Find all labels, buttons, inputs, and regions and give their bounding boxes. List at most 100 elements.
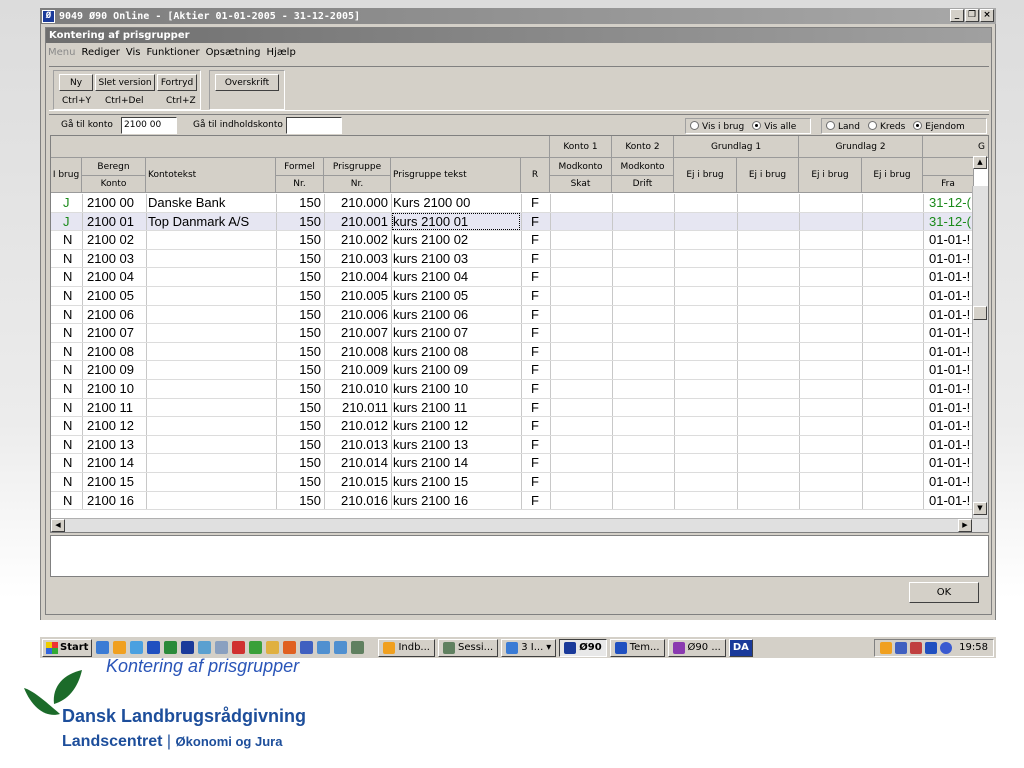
table-row[interactable]: N 2100 07 150 210.007 kurs 2100 07 F 01-01-! <box>51 324 973 343</box>
new-button[interactable]: Ny <box>59 74 93 91</box>
tray-globe-icon[interactable] <box>940 641 953 654</box>
col-header-prisgruppe[interactable]: Prisgruppe <box>324 158 391 176</box>
cell-konto[interactable]: 2100 02 <box>87 232 134 247</box>
tray-monitor-icon[interactable] <box>925 641 938 654</box>
cell-konto[interactable]: 2100 08 <box>87 344 134 359</box>
col-header-r[interactable]: R <box>521 158 550 193</box>
table-row[interactable]: N 2100 14 150 210.014 kurs 2100 14 F 01-01-! <box>51 454 973 473</box>
undo-button[interactable]: Fortryd <box>157 74 197 91</box>
cell-ibrug[interactable]: N <box>63 269 72 284</box>
scroll-up-icon[interactable]: ▲ <box>973 156 987 169</box>
cell-formel[interactable]: 150 <box>299 381 321 396</box>
cell-prisgruppe-tekst[interactable]: kurs 2100 06 <box>393 307 468 322</box>
cell-r[interactable]: F <box>531 344 539 359</box>
cell-prisgruppe[interactable]: 210.010 <box>341 381 388 396</box>
cell-konto[interactable]: 2100 07 <box>87 325 134 340</box>
cell-konto[interactable]: 2100 14 <box>87 455 134 470</box>
cell-prisgruppe[interactable]: 210.007 <box>341 325 388 340</box>
menu-menu[interactable]: Menu <box>48 47 75 58</box>
cell-r[interactable]: F <box>531 381 539 396</box>
cell-fra[interactable]: 01-01-! <box>929 400 970 415</box>
cell-prisgruppe[interactable]: 210.015 <box>341 474 388 489</box>
cell-fra[interactable]: 01-01-! <box>929 232 970 247</box>
delete-version-button[interactable]: Slet version <box>95 74 155 91</box>
menu-rediger[interactable]: Rediger <box>81 47 119 58</box>
cell-r[interactable]: F <box>531 251 539 266</box>
cell-ibrug[interactable]: N <box>63 381 72 396</box>
cell-r[interactable]: F <box>531 214 539 229</box>
cell-kontotekst[interactable]: Danske Bank <box>148 195 225 210</box>
settings-icon[interactable] <box>300 641 314 654</box>
table-row[interactable]: J 2100 00 Danske Bank 150 210.000 Kurs 2100 0… <box>51 194 973 213</box>
cell-prisgruppe-tekst[interactable]: kurs 2100 13 <box>393 437 468 452</box>
task-ie-group[interactable]: 3 I... ▾ <box>501 638 557 657</box>
table-row[interactable]: N 2100 09 150 210.009 kurs 2100 09 F 01-01-! <box>51 361 973 380</box>
folder-icon[interactable] <box>266 641 280 654</box>
cell-prisgruppe-tekst[interactable]: kurs 2100 03 <box>393 251 468 266</box>
radio-vis-i-brug[interactable]: Vis i brug <box>690 120 744 132</box>
task-o90-book[interactable]: Ø90 ... <box>667 638 726 657</box>
cell-formel[interactable]: 150 <box>299 232 321 247</box>
cell-fra[interactable]: 01-01-! <box>929 418 970 433</box>
cell-prisgruppe-tekst[interactable]: kurs 2100 11 <box>393 400 467 415</box>
table-row[interactable]: N 2100 10 150 210.010 kurs 2100 10 F 01-01-! <box>51 380 973 399</box>
cell-prisgruppe-tekst[interactable]: kurs 2100 14 <box>393 455 468 470</box>
col-header-ej-i-brug-3[interactable]: Ej i brug <box>799 158 862 193</box>
cell-ibrug[interactable]: N <box>63 232 72 247</box>
cell-fra[interactable]: 01-01-! <box>929 437 970 452</box>
cell-formel[interactable]: 150 <box>299 400 321 415</box>
scroll-down-icon[interactable]: ▼ <box>973 502 987 515</box>
scroll-right-icon[interactable]: ▶ <box>958 519 972 532</box>
table-row[interactable]: N 2100 06 150 210.006 kurs 2100 06 F 01-01-! <box>51 305 973 325</box>
terminal-icon[interactable] <box>351 641 365 654</box>
col-header-fra[interactable]: Fra <box>923 176 974 193</box>
price-group-grid[interactable]: Konto 1 Konto 2 Grundlag 1 Grundlag 2 G … <box>50 135 989 533</box>
table-row[interactable]: J 2100 01 Top Danmark A/S 150 210.001 kurs 21… <box>51 212 973 232</box>
cell-konto[interactable]: 2100 13 <box>87 437 134 452</box>
cell-prisgruppe-tekst[interactable]: kurs 2100 01 <box>392 212 520 230</box>
cell-prisgruppe-tekst[interactable]: kurs 2100 02 <box>393 232 468 247</box>
tray-outlook-icon[interactable] <box>880 641 893 654</box>
cell-konto[interactable]: 2100 09 <box>87 362 134 377</box>
col-header-prisgruppe-tekst[interactable]: Prisgruppe tekst <box>391 158 521 193</box>
table-row[interactable]: N 2100 16 150 210.016 kurs 2100 16 F 01-01-! <box>51 491 973 511</box>
cell-prisgruppe-tekst[interactable]: kurs 2100 12 <box>393 418 468 433</box>
cell-ibrug[interactable]: N <box>63 251 72 266</box>
cell-ibrug[interactable]: N <box>63 307 72 322</box>
cell-r[interactable]: F <box>531 474 539 489</box>
cell-konto[interactable]: 2100 06 <box>87 307 134 322</box>
cell-fra[interactable]: 31-12-( <box>929 195 971 210</box>
cell-formel[interactable]: 150 <box>299 251 321 266</box>
cell-formel[interactable]: 150 <box>299 362 321 377</box>
cell-konto[interactable]: 2100 16 <box>87 493 134 508</box>
table-row[interactable]: N 2100 15 150 210.015 kurs 2100 15 F 01-01-! <box>51 473 973 492</box>
radio-land[interactable]: Land <box>826 120 860 132</box>
close-button[interactable]: × <box>980 9 994 22</box>
task-template[interactable]: Tem... <box>609 638 665 657</box>
cell-formel[interactable]: 150 <box>299 474 321 489</box>
col-header-ej-i-brug-1[interactable]: Ej i brug <box>674 158 737 193</box>
cell-r[interactable]: F <box>531 307 539 322</box>
scroll-left-icon[interactable]: ◀ <box>51 519 65 532</box>
cell-fra[interactable]: 01-01-! <box>929 344 970 359</box>
cell-formel[interactable]: 150 <box>299 493 321 508</box>
o90-icon[interactable] <box>181 641 195 654</box>
cell-prisgruppe[interactable]: 210.005 <box>341 288 388 303</box>
col-header-konto[interactable]: Konto <box>82 176 146 193</box>
cell-prisgruppe-tekst[interactable]: kurs 2100 10 <box>393 381 468 396</box>
cell-fra[interactable]: 01-01-! <box>929 325 970 340</box>
cell-prisgruppe-tekst[interactable]: kurs 2100 09 <box>393 362 468 377</box>
word-icon[interactable] <box>147 641 161 654</box>
cell-ibrug[interactable]: N <box>63 344 72 359</box>
menu-hjaelp[interactable]: Hjælp <box>267 47 296 58</box>
app-orange-icon[interactable] <box>283 641 297 654</box>
tool-icon[interactable] <box>232 641 246 654</box>
ie2-icon[interactable] <box>317 641 331 654</box>
table-row[interactable]: N 2100 11 150 210.011 kurs 2100 11 F 01-01-! <box>51 398 973 418</box>
col-header-ej-i-brug-2[interactable]: Ej i brug <box>737 158 799 193</box>
cell-r[interactable]: F <box>531 269 539 284</box>
col-header-modkonto2[interactable]: Modkonto <box>612 158 674 176</box>
cell-fra[interactable]: 01-01-! <box>929 269 970 284</box>
cell-ibrug[interactable]: N <box>63 455 72 470</box>
cell-fra[interactable]: 31-12-( <box>929 214 971 229</box>
